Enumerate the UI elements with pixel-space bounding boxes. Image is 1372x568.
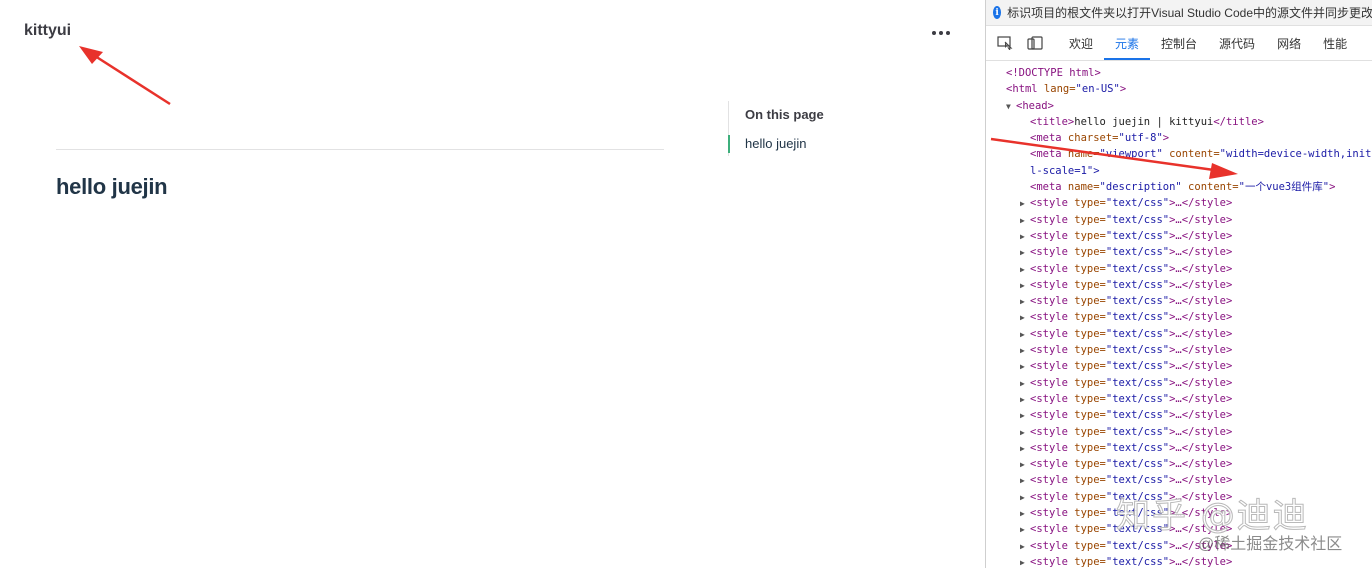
watermark-juejin: @稀土掘金技术社区 [1198, 536, 1343, 553]
arrow-to-brand [79, 46, 171, 106]
arrow-to-meta-description [990, 137, 1238, 179]
annotation-arrows [79, 46, 1238, 179]
